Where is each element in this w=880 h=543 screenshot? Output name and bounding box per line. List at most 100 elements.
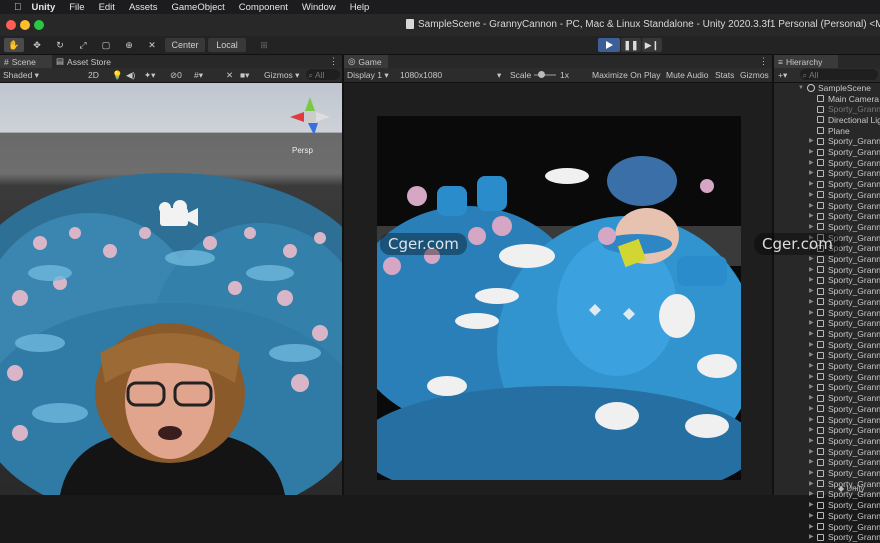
- step-button[interactable]: ▶❙: [642, 38, 662, 52]
- expand-arrow-icon[interactable]: ▶: [809, 479, 814, 490]
- expand-arrow-icon[interactable]: ▶: [809, 318, 814, 329]
- mute-audio-toggle[interactable]: Mute Audio: [666, 69, 709, 81]
- hierarchy-item[interactable]: ▶ Sporty_Granny: [776, 158, 880, 169]
- hierarchy-item[interactable]: ▶ Sporty_Granny: [776, 500, 880, 511]
- hierarchy-item[interactable]: ▶ Sporty_Granny: [776, 522, 880, 533]
- grid-snap-icon[interactable]: ⊞: [256, 38, 272, 52]
- gizmos-dropdown[interactable]: Gizmos ▾: [264, 69, 299, 81]
- game-panel-menu-icon[interactable]: ⋮: [759, 56, 768, 67]
- transform-tool-icon[interactable]: ⊕: [119, 38, 139, 52]
- expand-arrow-icon[interactable]: ▶: [809, 211, 814, 222]
- apple-icon[interactable]: : [14, 2, 22, 13]
- expand-arrow-icon[interactable]: ▶: [809, 308, 814, 319]
- hierarchy-item[interactable]: Sporty_Granny: [776, 104, 880, 115]
- hierarchy-item[interactable]: Plane: [776, 126, 880, 137]
- hierarchy-item[interactable]: ▶ Sporty_Granny: [776, 457, 880, 468]
- tab-hierarchy[interactable]: ≡ Hierarchy: [774, 55, 838, 68]
- expand-arrow-icon[interactable]: ▶: [809, 500, 814, 511]
- expand-arrow-icon[interactable]: ▶: [809, 425, 814, 436]
- expand-arrow-icon[interactable]: ▶: [809, 201, 814, 212]
- add-object-button[interactable]: +▾: [778, 69, 787, 81]
- hierarchy-item[interactable]: Directional Light: [776, 115, 880, 126]
- zoom-window-button[interactable]: [34, 20, 44, 30]
- effects-icon[interactable]: ✦▾: [144, 69, 155, 81]
- expand-arrow-icon[interactable]: ▶: [809, 382, 814, 393]
- hierarchy-item[interactable]: ▶ Sporty_Granny: [776, 361, 880, 372]
- hierarchy-item[interactable]: ▶ Sporty_Granny: [776, 168, 880, 179]
- display-dropdown[interactable]: Display 1 ▾: [347, 69, 389, 81]
- menu-file[interactable]: File: [69, 2, 84, 13]
- resolution-dropdown[interactable]: 1080x1080: [400, 69, 442, 81]
- hierarchy-item[interactable]: ▶ Sporty_Granny: [776, 254, 880, 265]
- hierarchy-item[interactable]: ▶ Sporty_Granny: [776, 286, 880, 297]
- hierarchy-item[interactable]: ▶ Sporty_Granny: [776, 340, 880, 351]
- expand-arrow-icon[interactable]: ▶: [809, 136, 814, 147]
- pivot-local-toggle[interactable]: Local: [208, 38, 246, 52]
- audio-icon[interactable]: ◀): [126, 69, 135, 81]
- scale-tool-icon[interactable]: ⤢: [73, 38, 93, 52]
- menu-edit[interactable]: Edit: [99, 2, 115, 13]
- grid-toggle-icon[interactable]: #▾: [194, 69, 203, 81]
- expand-arrow-icon[interactable]: ▶: [809, 532, 814, 543]
- rotate-tool-icon[interactable]: ↻: [50, 38, 70, 52]
- expand-arrow-icon[interactable]: ▶: [809, 415, 814, 426]
- play-button[interactable]: [598, 38, 620, 52]
- hierarchy-item[interactable]: ▶ Sporty_Granny: [776, 136, 880, 147]
- hierarchy-item[interactable]: ▶ Sporty_Granny: [776, 265, 880, 276]
- hierarchy-item[interactable]: ▶ Sporty_Granny: [776, 425, 880, 436]
- menu-window[interactable]: Window: [302, 2, 336, 13]
- rect-tool-icon[interactable]: ▢: [96, 38, 116, 52]
- hierarchy-item[interactable]: ▶ Sporty_Granny: [776, 179, 880, 190]
- hierarchy-item[interactable]: ▶ Sporty_Granny: [776, 190, 880, 201]
- tab-asset-store[interactable]: ▤ Asset Store: [56, 55, 126, 68]
- hierarchy-item[interactable]: ▶ Sporty_Granny: [776, 201, 880, 212]
- hierarchy-item[interactable]: ▶ Sporty_Granny: [776, 222, 880, 233]
- hierarchy-item[interactable]: ▶ Sporty_Granny: [776, 468, 880, 479]
- expand-arrow-icon[interactable]: ▶: [809, 158, 814, 169]
- hierarchy-item[interactable]: Main Camera: [776, 94, 880, 105]
- expand-arrow-icon[interactable]: ▶: [809, 297, 814, 308]
- hierarchy-item[interactable]: ▶ Sporty_Granny: [776, 211, 880, 222]
- hierarchy-item[interactable]: ▶ Sporty_Granny: [776, 532, 880, 543]
- expand-arrow-icon[interactable]: ▶: [809, 190, 814, 201]
- expand-arrow-icon[interactable]: ▶: [809, 404, 814, 415]
- tools-icon[interactable]: ✕: [226, 69, 233, 81]
- expand-arrow-icon[interactable]: ▶: [809, 522, 814, 533]
- hierarchy-item[interactable]: ▶ Sporty_Granny: [776, 308, 880, 319]
- expand-arrow-icon[interactable]: ▶: [809, 511, 814, 522]
- expand-arrow-icon[interactable]: ▶: [809, 457, 814, 468]
- lighting-icon[interactable]: 💡: [112, 69, 123, 81]
- hierarchy-item[interactable]: ▶ Sporty_Granny: [776, 393, 880, 404]
- expand-arrow-icon[interactable]: ▶: [809, 468, 814, 479]
- hierarchy-item[interactable]: ▶ Sporty_Granny: [776, 275, 880, 286]
- hierarchy-item[interactable]: ▶ Sporty_Granny: [776, 404, 880, 415]
- hierarchy-item[interactable]: ▶ Sporty_Granny: [776, 382, 880, 393]
- expand-arrow-icon[interactable]: ▶: [809, 275, 814, 286]
- stats-toggle[interactable]: Stats: [715, 69, 734, 81]
- tab-game[interactable]: ◎ Game: [344, 55, 388, 68]
- panel-menu-icon[interactable]: ⋮: [329, 56, 338, 67]
- pivot-center-toggle[interactable]: Center: [165, 38, 205, 52]
- expand-arrow-icon[interactable]: ▶: [809, 265, 814, 276]
- expand-arrow-icon[interactable]: ▶: [809, 222, 814, 233]
- orientation-gizmo-icon[interactable]: [288, 95, 332, 139]
- scale-slider-thumb[interactable]: [538, 71, 545, 78]
- hierarchy-item[interactable]: ▶ Sporty_Granny: [776, 447, 880, 458]
- game-render[interactable]: [377, 116, 741, 480]
- scene-viewport[interactable]: Persp: [0, 83, 342, 495]
- close-window-button[interactable]: [6, 20, 16, 30]
- hierarchy-item[interactable]: ▶ Sporty_Granny: [776, 436, 880, 447]
- expand-arrow-icon[interactable]: ▶: [809, 436, 814, 447]
- expand-arrow-icon[interactable]: ▶: [809, 168, 814, 179]
- expand-arrow-icon[interactable]: ▶: [809, 372, 814, 383]
- maximize-on-play-toggle[interactable]: Maximize On Play: [592, 69, 661, 81]
- menu-help[interactable]: Help: [350, 2, 370, 13]
- tab-scene[interactable]: # Scene: [0, 55, 52, 68]
- pause-button[interactable]: ❚❚: [621, 38, 641, 52]
- move-tool-icon[interactable]: ✥: [27, 38, 47, 52]
- hierarchy-item[interactable]: ▶ Sporty_Granny: [776, 147, 880, 158]
- hierarchy-item[interactable]: ▶ Sporty_Granny: [776, 318, 880, 329]
- expand-arrow-icon[interactable]: ▶: [809, 179, 814, 190]
- scene-search-input[interactable]: ⌕ All: [306, 69, 340, 80]
- camera-dropdown-icon[interactable]: ■▾: [240, 69, 249, 81]
